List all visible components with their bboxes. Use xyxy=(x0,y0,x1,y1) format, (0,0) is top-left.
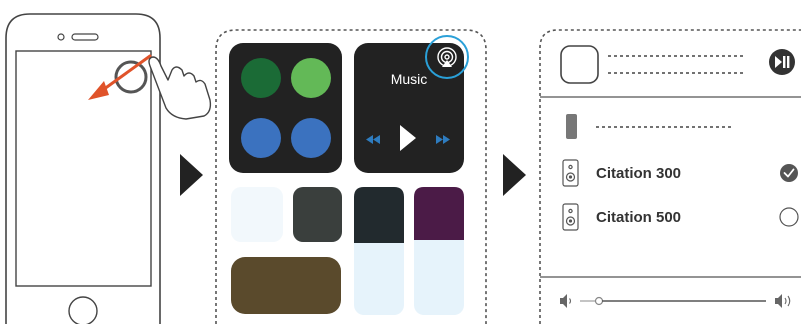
play-pause-icon[interactable] xyxy=(769,49,795,75)
volume-high-icon xyxy=(775,294,791,308)
volume-slider-knob[interactable] xyxy=(594,296,604,306)
volume-low-icon xyxy=(560,294,572,308)
toggle-dark-green[interactable] xyxy=(241,58,281,98)
phone-speaker-grille xyxy=(71,33,99,41)
tile-olive[interactable] xyxy=(231,257,341,314)
step-arrow-1-icon xyxy=(180,154,203,196)
connectivity-tile[interactable] xyxy=(229,43,342,173)
step-arrow-2-icon xyxy=(503,154,526,196)
phone-device-icon xyxy=(566,114,577,139)
tile-slate[interactable] xyxy=(293,187,342,242)
phone-camera xyxy=(57,33,65,41)
phone-home-button xyxy=(68,296,98,324)
speaker-name-citation-300[interactable]: Citation 300 xyxy=(596,165,681,182)
tile-light[interactable] xyxy=(231,187,283,242)
toggle-light-green[interactable] xyxy=(291,58,331,98)
unselected-radio-icon[interactable] xyxy=(779,207,799,227)
album-art-placeholder xyxy=(560,45,599,84)
airplay-setup-diagram xyxy=(5,13,801,324)
speaker-icon xyxy=(562,159,579,187)
speaker-icon xyxy=(562,203,579,231)
speaker-name-citation-500[interactable]: Citation 500 xyxy=(596,209,681,226)
checkmark-icon[interactable] xyxy=(780,164,798,182)
toggle-blue-left[interactable] xyxy=(241,118,281,158)
hand-pointer-icon xyxy=(148,56,212,120)
phone-screen xyxy=(15,50,152,287)
phone xyxy=(5,13,161,324)
music-label: Music xyxy=(390,71,428,87)
toggle-blue-right[interactable] xyxy=(291,118,331,158)
